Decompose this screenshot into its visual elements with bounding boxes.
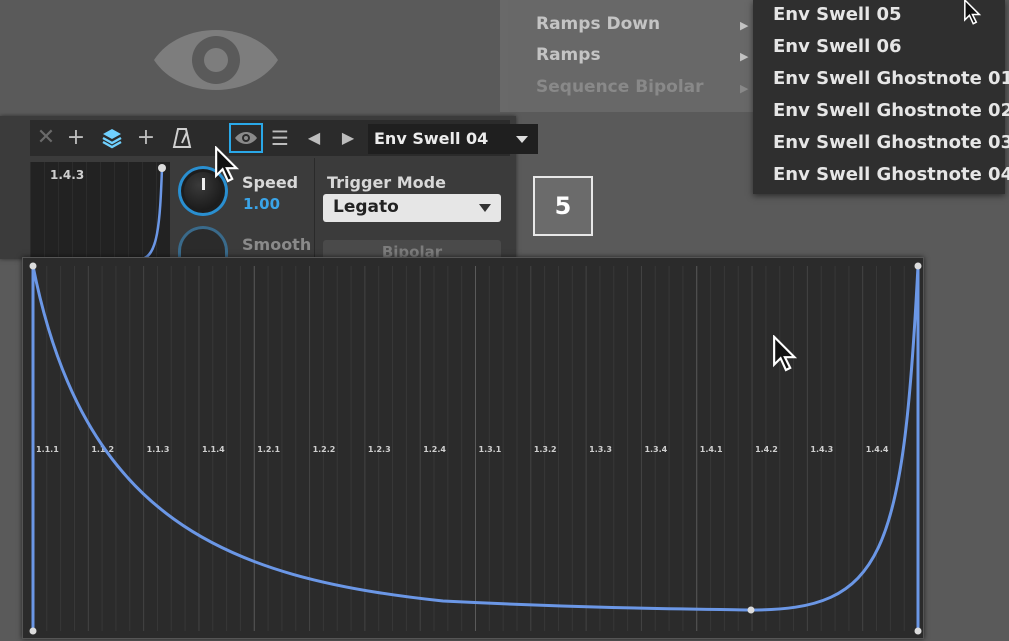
envelope-graph-canvas[interactable]: 1.1.1 1.1.2 1.1.3 1.1.4 1.2.1 1.2.2 1.2.3 1.2.4… — [23, 258, 923, 638]
beat-label: 1.4.2 — [755, 445, 778, 454]
beat-label: 1.4.3 — [810, 445, 833, 454]
smooth-label: Smooth — [242, 235, 312, 254]
beat-label: 1.2.2 — [313, 445, 336, 454]
speed-value[interactable]: 1.00 — [243, 195, 280, 213]
beat-label: 1.1.3 — [147, 445, 170, 454]
preset-list-item[interactable]: Env Swell Ghostnote 01 — [773, 68, 1009, 89]
menu-icon[interactable]: ☰ — [268, 126, 292, 150]
envelope-point[interactable] — [29, 262, 37, 270]
envelope-point[interactable] — [747, 606, 755, 614]
speed-label: Speed — [242, 173, 299, 192]
chevron-down-icon — [479, 204, 491, 212]
lfo-device-panel: ✕ + + ☰ ◀ ▶ Env Swell 04 1.4.3 Speed 1.0… — [0, 116, 538, 266]
chevron-right-icon: ▶ — [740, 19, 749, 32]
preset-dropdown-list: Env Swell 05 Env Swell 06 Env Swell Ghos… — [753, 0, 1009, 194]
submenu-item-ramps-down[interactable]: Ramps Down — [536, 14, 660, 34]
beat-label: 1.4.4 — [866, 445, 889, 454]
preset-name: Env Swell 04 — [374, 129, 489, 148]
chevron-right-icon: ▶ — [740, 82, 749, 95]
trigger-mode-value: Legato — [333, 197, 399, 217]
eye-large-icon — [154, 30, 278, 90]
submenu-item-ramps[interactable]: Ramps — [536, 45, 601, 65]
preset-selector[interactable]: Env Swell 04 — [368, 124, 538, 154]
mouse-cursor-icon — [773, 335, 798, 372]
mouse-cursor-icon — [964, 0, 982, 25]
add-icon[interactable]: + — [134, 126, 158, 150]
next-icon[interactable]: ▶ — [336, 126, 360, 150]
envelope-point[interactable] — [29, 627, 37, 635]
chevron-down-icon — [516, 136, 528, 143]
layers-icon[interactable] — [100, 126, 124, 150]
beat-label: 1.3.2 — [534, 445, 557, 454]
beat-label: 1.3.3 — [589, 445, 612, 454]
close-icon[interactable]: ✕ — [34, 126, 58, 150]
preset-list-item[interactable]: Env Swell 06 — [773, 36, 902, 57]
beat-label: 1.3.1 — [479, 445, 502, 454]
add-icon[interactable]: + — [64, 126, 88, 150]
trigger-mode-select[interactable]: Legato — [323, 194, 501, 222]
trigger-mode-label: Trigger Mode — [327, 173, 446, 192]
category-submenu: Ramps Down ▶ Ramps ▶ Sequence Bipolar ▶ — [500, 0, 765, 112]
preset-list-item[interactable]: Env Swell Ghostnote 02 — [773, 100, 1009, 121]
beat-label: 1.1.4 — [202, 445, 225, 454]
device-toolbar: ✕ + + ☰ ◀ ▶ Env Swell 04 — [30, 120, 538, 156]
metronome-icon[interactable] — [170, 126, 194, 150]
beat-label: 1.2.4 — [423, 445, 446, 454]
previous-icon[interactable]: ◀ — [302, 126, 326, 150]
preset-list-item[interactable]: Env Swell 05 — [773, 4, 902, 25]
panel-divider — [314, 158, 315, 259]
beat-label: 1.2.3 — [368, 445, 391, 454]
envelope-point[interactable] — [914, 627, 922, 635]
envelope-point[interactable] — [914, 262, 922, 270]
beat-label: 1.3.4 — [644, 445, 667, 454]
mouse-cursor-icon — [215, 146, 240, 183]
envelope-segment[interactable] — [750, 265, 920, 612]
chevron-right-icon: ▶ — [740, 50, 749, 63]
beat-label: 1.2.1 — [257, 445, 280, 454]
envelope-segment[interactable] — [31, 265, 752, 612]
mini-beat-label: 1.4.3 — [50, 168, 85, 182]
preset-list-item[interactable]: Env Swell Ghostnote 04 — [773, 164, 1009, 185]
step-number-badge: 5 — [533, 176, 593, 236]
beat-label: 1.1.1 — [36, 445, 59, 454]
preset-list-item[interactable]: Env Swell Ghostnote 03 — [773, 132, 1009, 153]
beat-label: 1.4.1 — [700, 445, 723, 454]
envelope-graph-editor[interactable]: 1.1.1 1.1.2 1.1.3 1.1.4 1.2.1 1.2.2 1.2.3 1.2.4… — [22, 257, 924, 639]
submenu-item-sequence-bipolar[interactable]: Sequence Bipolar — [536, 77, 704, 97]
